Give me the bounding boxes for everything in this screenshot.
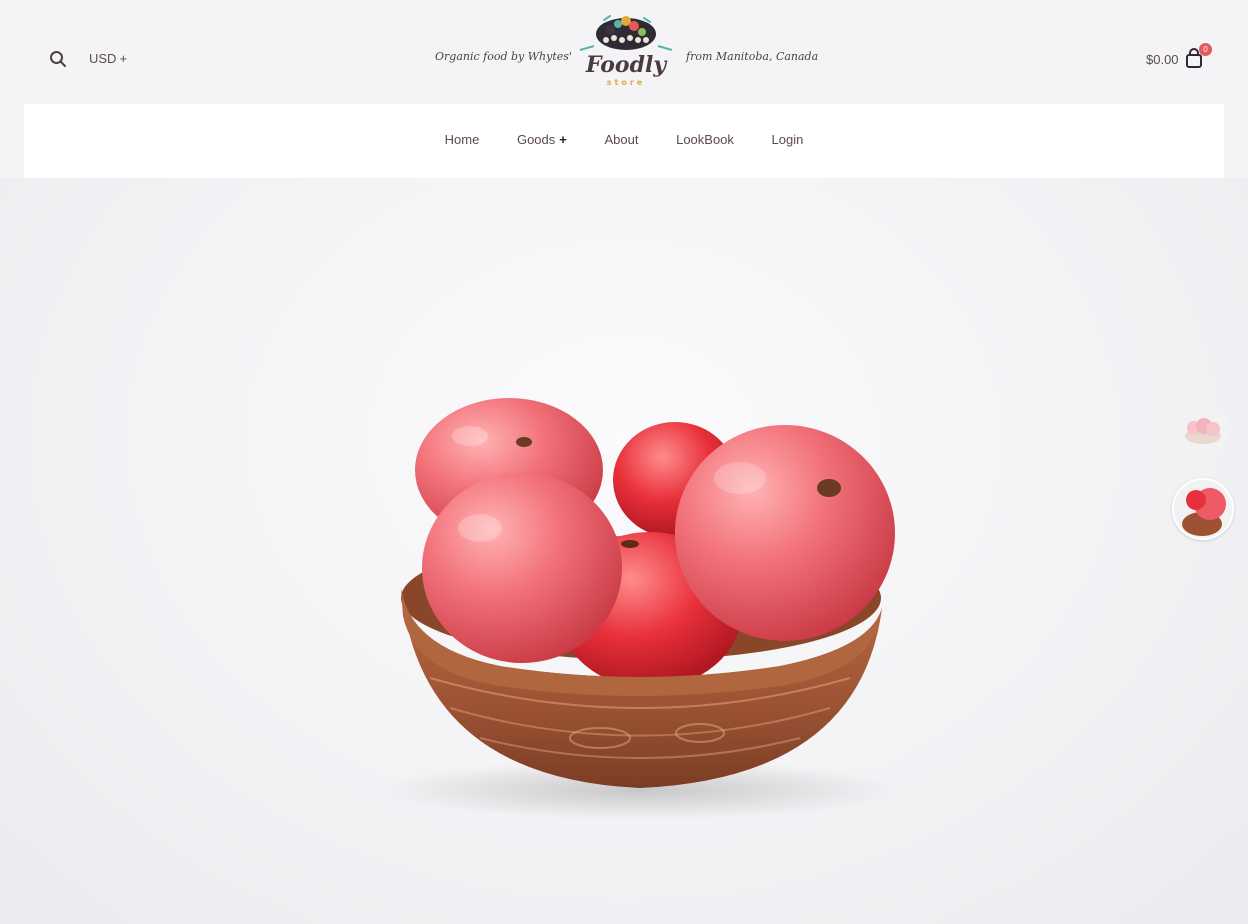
store-logo[interactable]: Foodly store [574,10,678,92]
nav-item-lookbook[interactable]: LookBook [676,132,734,147]
nav-item-login[interactable]: Login [772,132,804,147]
top-bar: USD + Organic food by Whytes' Foodly stor… [0,0,1248,104]
plus-icon: + [119,51,128,66]
tagline-right: from Manitoba, Canada [686,50,819,63]
nav-label: Login [771,132,804,147]
nav-item-goods[interactable]: Goods + [517,132,567,147]
currency-selector[interactable]: USD + [89,51,127,66]
cart-count-badge: 0 [1199,43,1212,56]
main-navigation: Home Goods + About LookBook Login [24,104,1224,178]
tomato-bowl-image [380,398,900,820]
tagline-left: Organic food by Whytes' [435,50,572,63]
nav-label: About [604,132,639,147]
nav-label: LookBook [676,132,734,147]
nav-item-about[interactable]: About [604,132,638,147]
currency-label: USD [89,51,117,66]
nav-label: Goods [516,132,556,147]
slide-thumbnail-1[interactable] [1176,402,1230,456]
hero-slider [0,178,1248,924]
logo-sub: store [607,78,645,87]
plus-icon: + [559,132,567,147]
cart-total[interactable]: $0.00 [1146,52,1179,67]
logo-word: Foodly [585,52,669,78]
nav-label: Home [444,132,480,147]
nav-item-home[interactable]: Home [445,132,480,147]
slide-thumbnail-2[interactable] [1172,478,1234,540]
search-icon[interactable] [49,50,67,68]
